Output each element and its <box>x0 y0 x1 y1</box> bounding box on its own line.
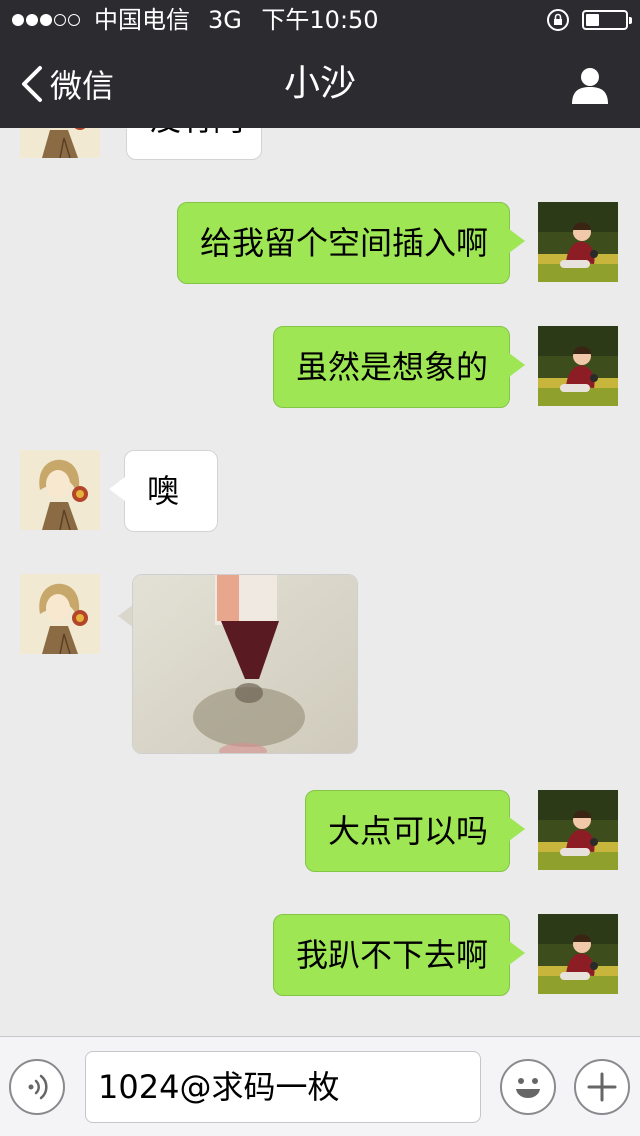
voice-button[interactable] <box>9 1059 65 1115</box>
message-bubble-outgoing[interactable]: 虽然是想象的 <box>273 326 525 408</box>
my-avatar[interactable] <box>538 202 618 282</box>
plus-icon <box>587 1072 617 1102</box>
chevron-left-icon <box>22 66 42 102</box>
message-bubble-outgoing[interactable]: 给我留个空间插入啊 <box>177 202 525 284</box>
profile-icon[interactable] <box>570 64 610 104</box>
image-message[interactable] <box>132 574 358 754</box>
my-avatar[interactable] <box>538 326 618 406</box>
more-button[interactable] <box>574 1059 630 1115</box>
emoji-icon <box>516 1078 540 1098</box>
rotation-lock-icon <box>547 9 569 31</box>
message-bubble-outgoing[interactable]: 大点可以吗 <box>305 790 525 872</box>
photo-thumbnail-icon <box>133 575 357 753</box>
my-avatar[interactable] <box>538 790 618 870</box>
battery-icon <box>582 10 632 30</box>
top-bar: 中国电信 3G 下午10:50 微信 小沙 <box>0 0 640 128</box>
nav-bar: 微信 小沙 <box>0 40 640 128</box>
back-button[interactable]: 微信 <box>18 40 114 128</box>
message-bubble-incoming[interactable]: 噢 <box>109 450 218 532</box>
status-bar: 中国电信 3G 下午10:50 <box>0 0 640 40</box>
back-button-label: 微信 <box>50 67 115 105</box>
battery-level <box>586 14 600 26</box>
my-avatar[interactable] <box>538 914 618 994</box>
emoji-button[interactable] <box>500 1059 556 1115</box>
status-time: 下午10:50 <box>261 6 379 34</box>
message-input[interactable]: 1024@求码一枚 <box>85 1051 481 1123</box>
message-input-bar: 1024@求码一枚 <box>0 1036 640 1136</box>
contact-avatar[interactable] <box>20 574 100 654</box>
voice-icon <box>28 1074 48 1100</box>
message-bubble-outgoing[interactable]: 我趴不下去啊 <box>273 914 525 996</box>
contact-avatar[interactable] <box>20 450 100 530</box>
